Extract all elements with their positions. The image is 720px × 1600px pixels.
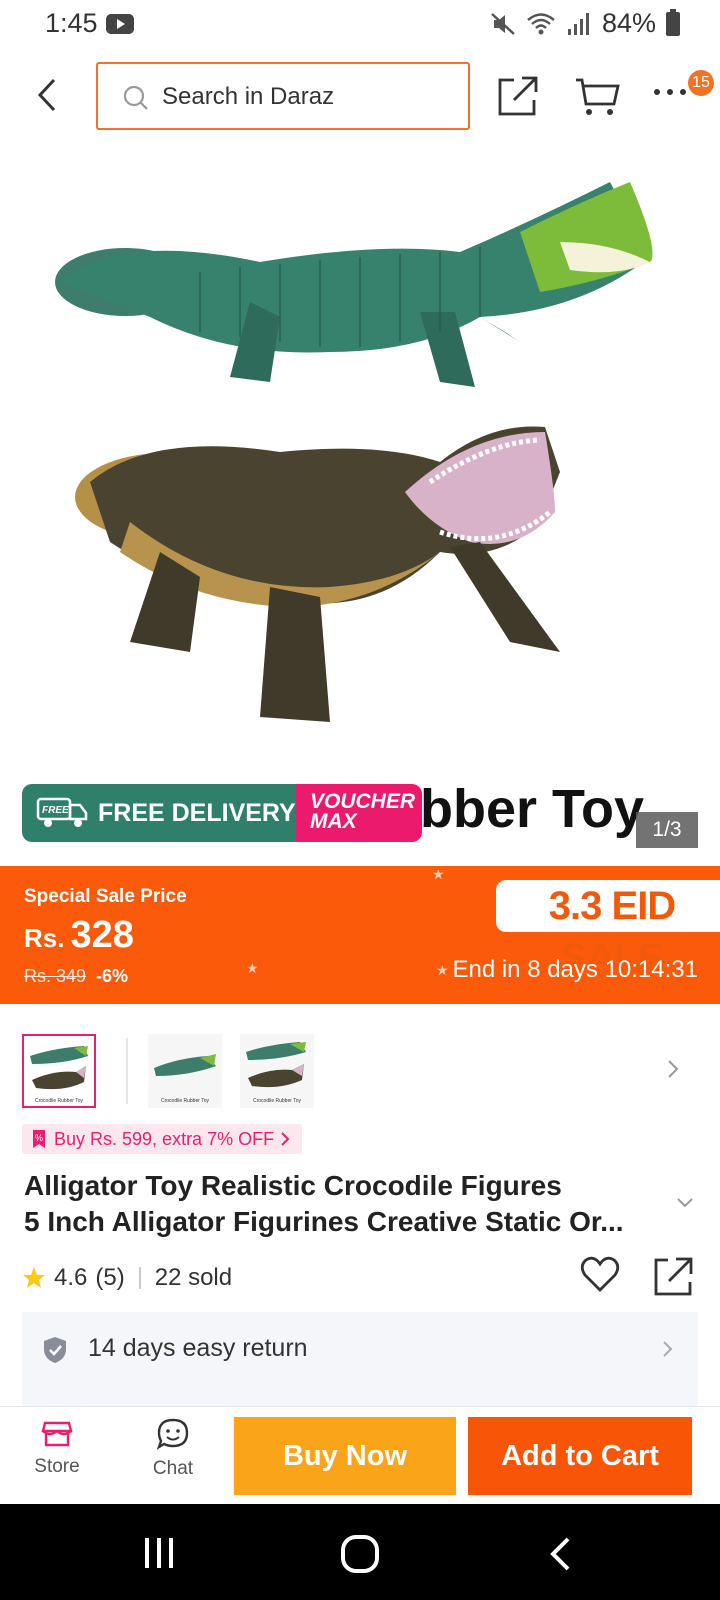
thumbnail-2[interactable]: Crocodile Rubber Toy <box>148 1034 222 1108</box>
chevron-right-icon <box>663 1341 673 1357</box>
battery-percent: 84% <box>601 8 656 38</box>
return-policy-row[interactable]: 14 days easy return <box>22 1312 698 1408</box>
image-counter: 1/3 <box>636 812 698 848</box>
free-delivery-text: FREE DELIVERY <box>98 798 296 827</box>
back-button[interactable] <box>30 70 70 120</box>
search-input[interactable]: Search in Daraz <box>96 62 470 130</box>
home-icon <box>341 1535 379 1573</box>
sparkle-icon: ★ <box>246 960 259 976</box>
wifi-icon <box>527 12 555 34</box>
thumbnail-image: Crocodile Rubber Toy <box>30 1046 88 1104</box>
chat-icon <box>156 1418 189 1450</box>
bundle-promo-chip[interactable]: % Buy Rs. 599, extra 7% OFF <box>22 1124 303 1154</box>
thumbnail-1[interactable]: Crocodile Rubber Toy <box>22 1034 96 1108</box>
battery-icon <box>666 8 680 36</box>
free-delivery-label: FREE FREE DELIVERY <box>22 784 296 842</box>
share-icon <box>654 1257 693 1296</box>
store-icon <box>41 1421 73 1447</box>
chevron-left-icon <box>37 78 56 112</box>
product-image-carousel[interactable]: bber Toy FREE FREE DELIVERY VOUCHER MAX … <box>0 142 720 854</box>
share-icon <box>498 76 538 116</box>
youtube-notification-icon <box>106 14 134 34</box>
delivery-truck-icon: FREE <box>36 797 88 827</box>
notification-badge: 15 <box>688 70 714 96</box>
system-nav-bar <box>0 1504 720 1600</box>
sale-label: Special Sale Price <box>24 886 187 907</box>
product-share-button[interactable] <box>652 1256 694 1303</box>
chevron-down-icon <box>677 1198 693 1208</box>
sale-countdown: End in 8 days 10:14:31 <box>452 956 698 983</box>
product-title: Alligator Toy Realistic Crocodile Figure… <box>24 1168 664 1240</box>
heart-icon <box>580 1256 620 1292</box>
voucher-max-text: MAX <box>310 810 357 833</box>
thumbnail-caption: Crocodile Rubber Toy <box>253 1098 301 1104</box>
sparkle-icon: ★ <box>432 866 445 882</box>
top-header: Search in Daraz 15 <box>0 50 720 142</box>
status-bar: 1:45 84% <box>0 0 720 50</box>
sold-count: 22 sold <box>154 1264 233 1291</box>
store-label: Store <box>34 1456 80 1477</box>
promo-chip-text: Buy Rs. 599, extra 7% OFF <box>54 1129 275 1149</box>
search-icon <box>123 85 148 110</box>
expand-title-button[interactable] <box>676 1196 694 1214</box>
sale-price-bar: ★ ★ ★ Special Sale Price Rs. 328 Rs. 349 … <box>0 866 720 1004</box>
chevron-right-icon <box>668 1060 679 1078</box>
sparkle-icon: ★ <box>436 962 449 978</box>
rating-count: (5) <box>95 1264 125 1291</box>
recent-apps-icon <box>145 1538 173 1568</box>
price-currency: Rs. <box>24 923 65 953</box>
share-button[interactable] <box>496 74 540 118</box>
free-badge-text: FREE <box>42 805 69 816</box>
buy-now-button[interactable]: Buy Now <box>234 1417 456 1495</box>
store-button[interactable]: Store <box>20 1417 94 1497</box>
rating-row[interactable]: 4.6 (5) 22 sold <box>22 1258 232 1298</box>
thumbnail-image: Crocodile Rubber Toy <box>154 1054 216 1104</box>
rating-score: 4.6 <box>54 1264 88 1291</box>
product-title-line-2: 5 Inch Alligator Figurines Creative Stat… <box>24 1206 624 1237</box>
product-title-line-1: Alligator Toy Realistic Crocodile Figure… <box>24 1170 562 1201</box>
chevron-right-icon <box>281 1132 290 1146</box>
svg-text:%: % <box>35 1133 43 1143</box>
thumbnail-3[interactable]: Crocodile Rubber Toy <box>240 1034 314 1108</box>
recent-apps-button[interactable] <box>142 1536 176 1575</box>
thumbnail-divider <box>126 1038 128 1104</box>
price-amount: 328 <box>70 914 134 956</box>
add-to-cart-button[interactable]: Add to Cart <box>468 1417 692 1495</box>
voucher-icon: % <box>33 1130 45 1148</box>
thumbnails-next-button[interactable] <box>666 1058 680 1085</box>
system-back-button[interactable] <box>548 1536 572 1577</box>
thumbnail-image: Crocodile Rubber Toy <box>246 1042 306 1104</box>
more-dots-icon <box>654 89 686 95</box>
shield-check-icon <box>44 1337 66 1363</box>
discount-percent: -6% <box>96 966 129 986</box>
wishlist-button[interactable] <box>580 1256 620 1299</box>
chat-label: Chat <box>152 1458 194 1479</box>
thumbnail-caption: Crocodile Rubber Toy <box>35 1098 83 1104</box>
mute-icon <box>491 12 515 35</box>
bottom-action-bar: Store Chat Buy Now Add to Cart <box>0 1406 720 1504</box>
chat-button[interactable]: Chat <box>136 1417 210 1497</box>
thumbnail-caption: Crocodile Rubber Toy <box>161 1098 209 1104</box>
voucher-max-label: VOUCHER MAX <box>296 784 422 842</box>
search-placeholder: Search in Daraz <box>162 83 335 110</box>
back-arrow-icon <box>550 1537 570 1571</box>
delivery-voucher-banner: FREE FREE DELIVERY VOUCHER MAX <box>22 784 422 842</box>
image-caption-text: bber Toy <box>420 779 645 839</box>
status-indicators: 84% <box>490 8 680 39</box>
cart-icon <box>576 78 620 115</box>
cart-button[interactable] <box>574 74 620 118</box>
sale-price: Rs. 328 <box>24 914 134 957</box>
rating-divider <box>138 1267 141 1289</box>
original-price: Rs. 349 <box>24 966 87 986</box>
eid-sale-tag: 3.3 EID SALE <box>496 880 720 980</box>
return-policy-text: 14 days easy return <box>88 1334 308 1362</box>
more-options-button[interactable] <box>652 78 692 108</box>
home-button[interactable] <box>340 1534 380 1579</box>
image-thumbnails: Crocodile Rubber Toy Crocodile Rubber To… <box>0 1034 720 1114</box>
product-photo <box>55 182 653 722</box>
status-time: 1:45 <box>45 8 98 38</box>
signal-icon <box>567 12 589 35</box>
star-icon <box>23 1267 45 1288</box>
